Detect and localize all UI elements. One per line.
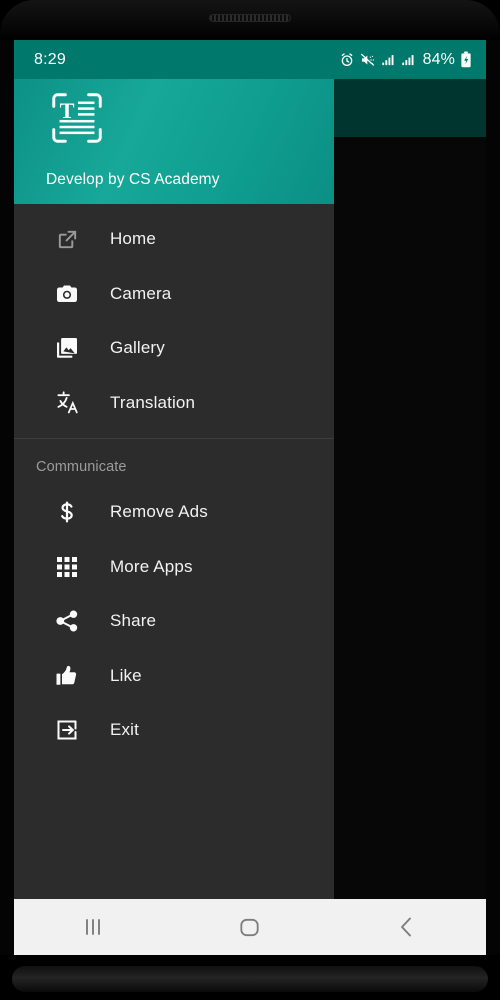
svg-text:T: T — [60, 98, 75, 123]
apps-grid-icon — [54, 554, 80, 580]
menu-group-title: Communicate — [14, 439, 334, 485]
dollar-icon — [54, 499, 80, 525]
battery-charging-icon — [460, 51, 472, 68]
menu-item-label: More Apps — [110, 557, 193, 577]
thumbs-up-icon — [54, 663, 80, 689]
menu-item-label: Exit — [110, 720, 139, 740]
menu-item-label: Translation — [110, 393, 195, 413]
back-button[interactable] — [362, 899, 452, 955]
system-navigation-bar — [14, 899, 486, 955]
back-icon — [394, 914, 420, 940]
menu-item-gallery[interactable]: Gallery — [14, 321, 334, 376]
device-chin — [12, 966, 488, 992]
menu-item-label: Share — [110, 611, 156, 631]
menu-item-share[interactable]: Share — [14, 594, 334, 649]
alarm-icon — [339, 52, 355, 68]
recents-icon — [80, 914, 106, 940]
recents-button[interactable] — [48, 899, 138, 955]
menu-item-camera[interactable]: Camera — [14, 267, 334, 322]
share-icon — [54, 608, 80, 634]
menu-item-home[interactable]: Home — [14, 212, 334, 267]
home-button[interactable] — [205, 899, 295, 955]
open-in-new-icon — [54, 226, 80, 252]
menu-item-remove-ads[interactable]: Remove Ads — [14, 485, 334, 540]
signal-2-icon — [401, 52, 416, 67]
drawer-menu-primary: Home Camera — [14, 204, 334, 758]
menu-item-translation[interactable]: Translation — [14, 376, 334, 431]
phone-screen: to Scan 8:29 — [14, 40, 486, 955]
menu-item-exit[interactable]: Exit — [14, 703, 334, 758]
translate-icon — [54, 390, 80, 416]
menu-item-label: Home — [110, 229, 156, 249]
status-time: 8:29 — [34, 51, 66, 69]
navigation-drawer[interactable]: T Develop by CS Academy — [14, 79, 334, 916]
status-bar: 8:29 — [14, 40, 486, 79]
drawer-subtitle: Develop by CS Academy — [46, 171, 220, 189]
mute-icon — [360, 52, 376, 68]
drawer-header: T Develop by CS Academy — [14, 79, 334, 204]
earpiece-speaker — [209, 14, 291, 22]
menu-item-more-apps[interactable]: More Apps — [14, 540, 334, 595]
gallery-icon — [54, 335, 80, 361]
signal-1-icon — [381, 52, 396, 67]
menu-item-label: Remove Ads — [110, 502, 208, 522]
exit-icon — [54, 717, 80, 743]
status-icon-group: 84% — [339, 51, 472, 69]
menu-item-label: Camera — [110, 284, 171, 304]
battery-percentage: 84% — [423, 51, 455, 69]
home-icon — [237, 915, 262, 940]
camera-icon — [54, 281, 80, 307]
menu-item-label: Gallery — [110, 338, 165, 358]
menu-item-like[interactable]: Like — [14, 649, 334, 704]
phone-device: to Scan 8:29 — [0, 0, 500, 1000]
menu-item-label: Like — [110, 666, 142, 686]
text-scanner-logo: T — [46, 87, 334, 149]
device-bottom-bezel — [0, 955, 500, 1000]
device-top-bezel — [0, 0, 500, 40]
